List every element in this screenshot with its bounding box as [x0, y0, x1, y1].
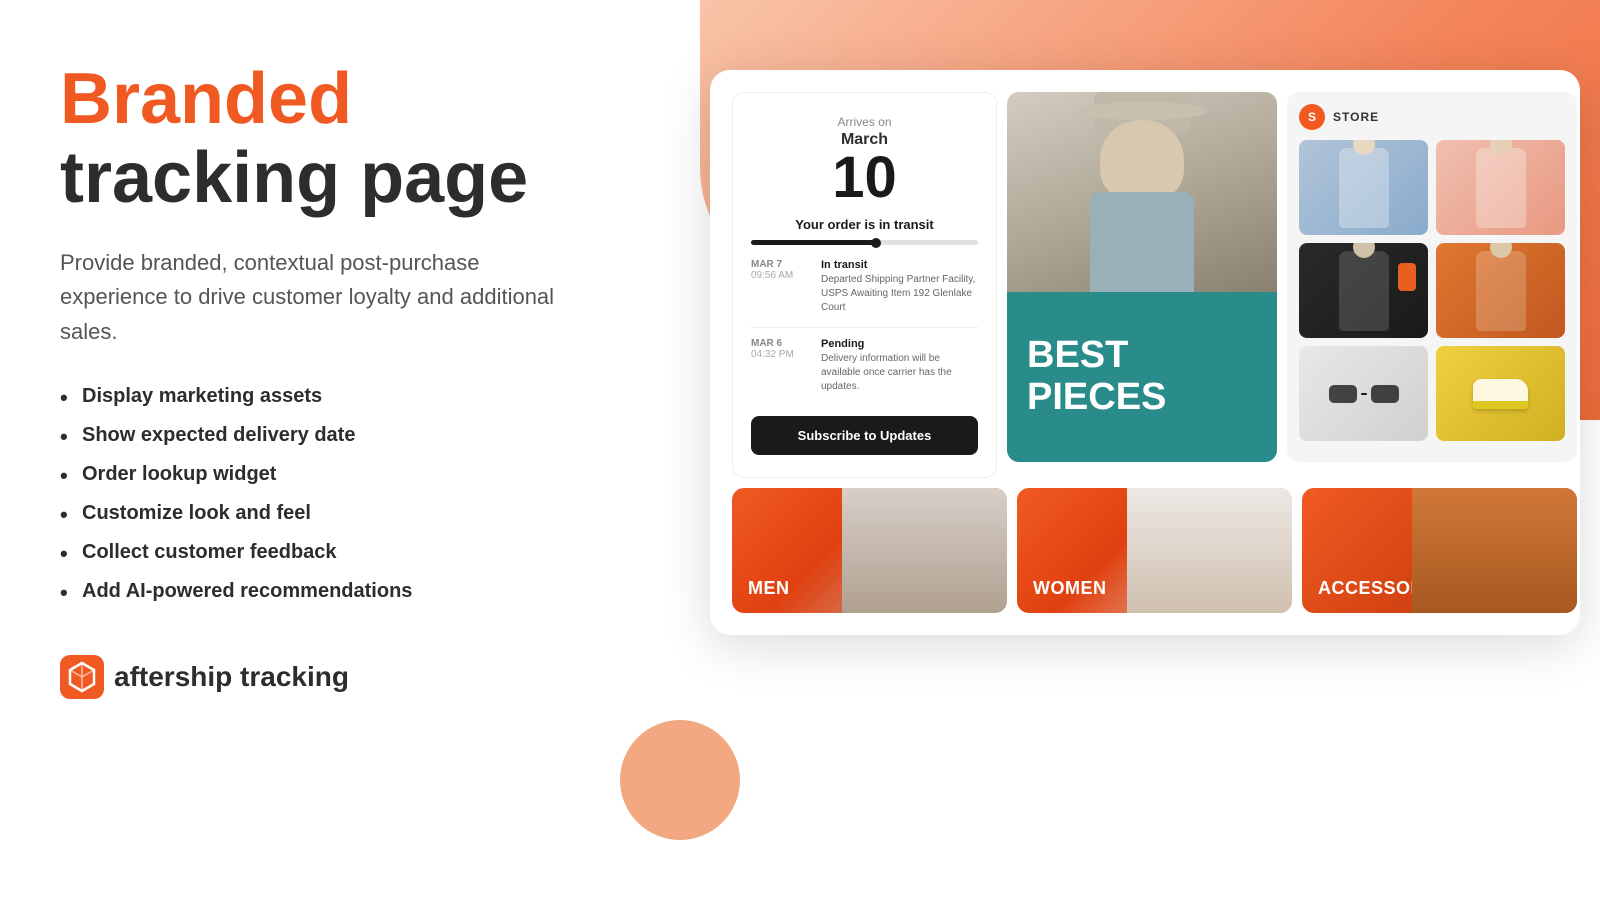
best-pieces-text: BEST PIECES [1027, 335, 1166, 419]
head-3 [1353, 243, 1375, 258]
store-item-2[interactable] [1436, 140, 1565, 235]
store-panel: S STORE [1287, 92, 1577, 462]
store-item-image-1 [1299, 140, 1428, 235]
event-date-2: MAR 6 04:32 PM [751, 338, 811, 394]
arrives-label: Arrives on [837, 115, 891, 129]
progress-bar-fill [751, 240, 876, 245]
cat-men-figure [842, 488, 1007, 613]
cat-women-label: WOMEN [1017, 564, 1123, 613]
tracking-events: MAR 7 09:56 AM In transit Departed Shipp… [751, 259, 978, 406]
store-icon: S [1299, 104, 1325, 130]
description: Provide branded, contextual post-purchas… [60, 246, 570, 348]
in-transit-status: Your order is in transit [795, 217, 933, 232]
feature-6: Add AI-powered recommendations [60, 580, 620, 603]
features-list: Display marketing assets Show expected d… [60, 385, 620, 603]
store-header: S STORE [1299, 104, 1565, 130]
lens-right [1371, 385, 1399, 403]
event-divider [751, 327, 978, 328]
best-pieces-overlay: BEST PIECES [1007, 292, 1277, 462]
store-item-5[interactable] [1299, 346, 1428, 441]
subscribe-button[interactable]: Subscribe to Updates [751, 416, 978, 455]
hat-brim [1077, 102, 1207, 120]
store-label: STORE [1333, 110, 1379, 124]
progress-bar [751, 240, 978, 245]
cat-women-figure [1127, 488, 1292, 613]
sunglasses-shape [1329, 385, 1399, 403]
cat-men-label: MEN [732, 564, 806, 613]
right-panel: Arrives on March 10 Your order is in tra… [710, 70, 1580, 635]
category-women[interactable]: WOMEN [1017, 488, 1292, 613]
background-blob [620, 720, 740, 840]
sneaker-shape [1473, 379, 1528, 409]
mockup-card: Arrives on March 10 Your order is in tra… [710, 70, 1580, 635]
cat-women-person [1127, 488, 1292, 613]
store-item-image-5 [1299, 346, 1428, 441]
brand-name: aftership tracking [114, 661, 349, 693]
store-item-4[interactable] [1436, 243, 1565, 338]
event-info-1: In transit Departed Shipping Partner Fac… [821, 259, 978, 315]
headline-branded: Branded tracking page [60, 60, 620, 218]
feature-1: Display marketing assets [60, 385, 620, 408]
face [1100, 120, 1184, 200]
event-date-1: MAR 7 09:56 AM [751, 259, 811, 315]
event-row-1: MAR 7 09:56 AM In transit Departed Shipp… [751, 259, 978, 315]
cat-men-person [842, 488, 1007, 613]
sole [1473, 401, 1528, 409]
feature-3: Order lookup widget [60, 463, 620, 486]
jacket-silhouette-2 [1476, 148, 1526, 228]
best-pieces-image [1007, 92, 1277, 292]
left-panel: Branded tracking page Provide branded, c… [60, 60, 620, 699]
head-2 [1490, 140, 1512, 155]
feature-2: Show expected delivery date [60, 424, 620, 447]
event-row-2: MAR 6 04:32 PM Pending Delivery informat… [751, 338, 978, 394]
brand-logo: aftership tracking [60, 655, 620, 699]
store-item-image-4 [1436, 243, 1565, 338]
lens-left [1329, 385, 1357, 403]
progress-dot [871, 238, 881, 248]
aftership-icon [60, 655, 104, 699]
category-men[interactable]: MEN [732, 488, 1007, 613]
store-item-image-3 [1299, 243, 1428, 338]
tracking-panel: Arrives on March 10 Your order is in tra… [732, 92, 997, 478]
body [1090, 192, 1194, 292]
store-item-1[interactable] [1299, 140, 1428, 235]
store-item-6[interactable] [1436, 346, 1565, 441]
bridge [1361, 393, 1367, 395]
cat-acc-person [1412, 488, 1577, 613]
jacket-silhouette-3 [1339, 251, 1389, 331]
store-grid [1299, 140, 1565, 441]
jacket-silhouette-1 [1339, 148, 1389, 228]
head-4 [1490, 243, 1512, 258]
event-info-2: Pending Delivery information will be ava… [821, 338, 978, 394]
arrives-day: 10 [832, 149, 897, 207]
best-pieces-panel: BEST PIECES [1007, 92, 1277, 462]
backpack [1398, 263, 1416, 291]
category-accessories[interactable]: ACCESSORIES [1302, 488, 1577, 613]
person-figure [1062, 92, 1222, 292]
store-item-3[interactable] [1299, 243, 1428, 338]
store-item-image-6 [1436, 346, 1565, 441]
feature-5: Collect customer feedback [60, 541, 620, 564]
store-item-image-2 [1436, 140, 1565, 235]
feature-4: Customize look and feel [60, 502, 620, 525]
head-1 [1353, 140, 1375, 155]
jacket-silhouette-4 [1476, 251, 1526, 331]
cat-acc-figure [1412, 488, 1577, 613]
bottom-categories: MEN WOMEN ACCESSORIES [732, 488, 1577, 613]
